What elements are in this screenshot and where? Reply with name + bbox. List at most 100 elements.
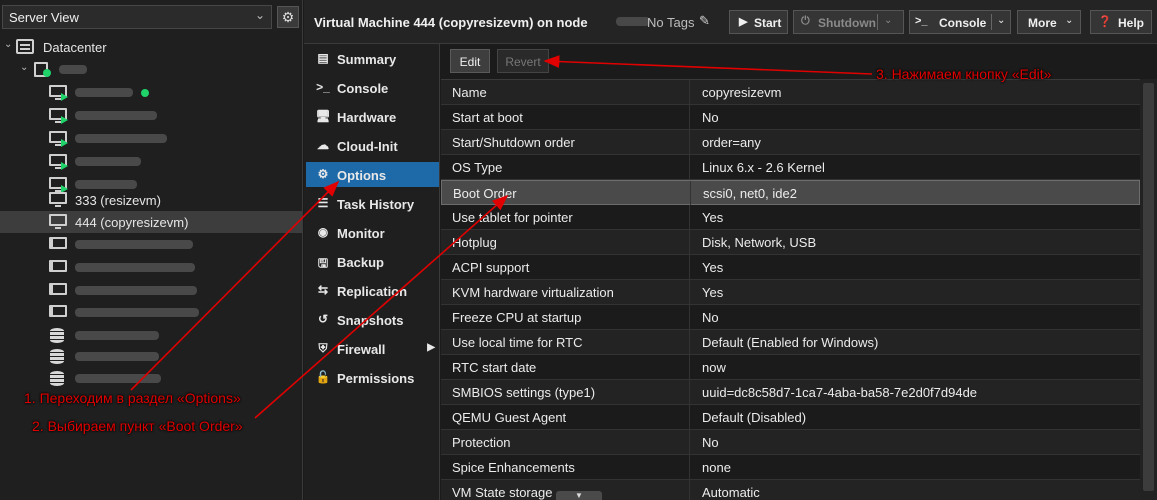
tree-item-vm[interactable]: [0, 105, 302, 127]
tree-item-vm-444[interactable]: 444 (copyresizevm): [0, 211, 302, 233]
tree-item-template[interactable]: [0, 234, 302, 256]
console-button-label: Console: [939, 16, 987, 30]
shutdown-button-label: Shutdown: [818, 16, 876, 30]
menu-item-snapshots[interactable]: ↺ Snapshots: [306, 307, 439, 332]
menu-item-replication[interactable]: ⇆ Replication: [306, 278, 439, 303]
menu-item-backup[interactable]: 🖫 Backup: [306, 249, 439, 274]
tree-item-label: 444 (copyresizevm): [75, 215, 189, 230]
floppy-icon: 🖫: [317, 256, 329, 270]
tree-item-vm-333[interactable]: 333 (resizevm): [0, 189, 302, 211]
menu-item-firewall[interactable]: ⛨ Firewall ▶: [306, 336, 439, 361]
help-button-label: Help: [1118, 16, 1145, 30]
option-value: No: [702, 435, 719, 450]
tree-item-template[interactable]: [0, 280, 302, 302]
more-button[interactable]: More ⌄: [1017, 10, 1081, 34]
tree-item-label: Datacenter: [43, 40, 107, 55]
start-button[interactable]: ▶ Start: [729, 10, 788, 34]
option-name: RTC start date: [452, 360, 537, 375]
option-row[interactable]: Start/Shutdown order order=any: [441, 130, 1140, 155]
redacted-vm-name: [75, 180, 137, 189]
tree-item-vm[interactable]: [0, 82, 302, 104]
menu-item-label: Hardware: [337, 110, 397, 125]
help-button[interactable]: ❓ Help: [1090, 10, 1152, 34]
menu-item-task-history[interactable]: ☰ Task History: [306, 191, 439, 216]
chevron-down-icon: ⌄: [254, 8, 265, 22]
console-button[interactable]: >_ Console ⌄: [909, 10, 1011, 34]
column-divider: [689, 380, 690, 404]
menu-item-console[interactable]: >_ Console: [306, 75, 439, 100]
menu-item-permissions[interactable]: 🔓 Permissions: [306, 365, 439, 390]
column-divider: [689, 405, 690, 429]
option-row[interactable]: Spice Enhancements none: [441, 455, 1140, 480]
option-name: Boot Order: [453, 186, 517, 201]
eye-icon: ◉: [317, 225, 329, 239]
menu-item-options[interactable]: ⚙ Options: [306, 162, 439, 187]
tree-item-template[interactable]: [0, 302, 302, 324]
option-row[interactable]: Hotplug Disk, Network, USB: [441, 230, 1140, 255]
chevron-down-icon: ⌄: [1065, 15, 1074, 26]
option-value: Yes: [702, 260, 724, 275]
vm-icon: [49, 214, 67, 229]
revert-button[interactable]: Revert: [497, 49, 549, 73]
vm-toolbar: Virtual Machine 444 (copyresizevm) on no…: [304, 0, 1157, 44]
option-value: No: [702, 110, 719, 125]
option-value: Linux 6.x - 2.6 Kernel: [702, 160, 825, 175]
menu-item-hardware[interactable]: 🖥 Hardware: [306, 104, 439, 129]
option-row[interactable]: Name copyresizevm: [441, 80, 1140, 105]
menu-item-summary[interactable]: ▤ Summary: [306, 46, 439, 71]
option-row[interactable]: Use local time for RTC Default (Enabled f…: [441, 330, 1140, 355]
view-selector[interactable]: Server View ⌄: [2, 5, 272, 29]
tree-item-template[interactable]: [0, 257, 302, 279]
collapse-icon[interactable]: ⌄: [4, 39, 12, 50]
option-row-selected[interactable]: Boot Order scsi0, net0, ide2: [441, 180, 1140, 205]
option-row[interactable]: QEMU Guest Agent Default (Disabled): [441, 405, 1140, 430]
option-row[interactable]: Protection No: [441, 430, 1140, 455]
chevron-down-icon[interactable]: ⌄: [884, 15, 892, 26]
option-row[interactable]: Start at boot No: [441, 105, 1140, 130]
edit-button[interactable]: Edit: [450, 49, 490, 73]
tree-item-vm[interactable]: [0, 151, 302, 173]
option-row[interactable]: Freeze CPU at startup No: [441, 305, 1140, 330]
chevron-down-icon[interactable]: ⌄: [997, 15, 1005, 26]
tree-item-storage[interactable]: [0, 368, 302, 390]
option-name: Use local time for RTC: [452, 335, 583, 350]
tree-item-vm[interactable]: [0, 128, 302, 150]
redacted-template-name: [75, 308, 199, 317]
option-row[interactable]: KVM hardware virtualization Yes: [441, 280, 1140, 305]
menu-item-cloud-init[interactable]: ☁ Cloud-Init: [306, 133, 439, 158]
collapse-icon[interactable]: ⌄: [20, 62, 28, 73]
history-icon: ↺: [317, 312, 329, 326]
option-row[interactable]: ACPI support Yes: [441, 255, 1140, 280]
tree-item-storage[interactable]: [0, 325, 302, 347]
scroll-down-handle[interactable]: ▼: [556, 491, 602, 500]
tree-item-datacenter[interactable]: ⌄ Datacenter: [0, 36, 302, 58]
option-name: Name: [452, 85, 487, 100]
shutdown-button[interactable]: ⏻ Shutdown ⌄: [793, 10, 904, 34]
tree-settings-button[interactable]: ⚙: [277, 6, 299, 28]
option-value: now: [702, 360, 726, 375]
menu-item-label: Cloud-Init: [337, 139, 398, 154]
redacted-vm-name: [75, 111, 157, 120]
option-row[interactable]: OS Type Linux 6.x - 2.6 Kernel: [441, 155, 1140, 180]
tree-item-node[interactable]: ⌄: [0, 59, 302, 81]
vm-icon: [49, 192, 67, 207]
grid-scrollbar[interactable]: [1140, 79, 1157, 500]
option-name: SMBIOS settings (type1): [452, 385, 596, 400]
option-value: Default (Disabled): [702, 410, 807, 425]
redacted-storage-name: [75, 352, 159, 361]
pencil-icon[interactable]: ✎: [699, 13, 710, 29]
redacted-node-name: [616, 17, 650, 26]
option-row[interactable]: Use tablet for pointer Yes: [441, 205, 1140, 230]
option-name: KVM hardware virtualization: [452, 285, 614, 300]
menu-item-label: Permissions: [337, 371, 415, 386]
menu-item-monitor[interactable]: ◉ Monitor: [306, 220, 439, 245]
expand-arrow-icon[interactable]: ▶: [427, 342, 435, 353]
view-selector-label: Server View: [9, 10, 79, 25]
option-row[interactable]: SMBIOS settings (type1) uuid=dc8c58d7-1ca…: [441, 380, 1140, 405]
column-divider: [689, 255, 690, 279]
tree-item-storage[interactable]: [0, 346, 302, 368]
column-divider: [689, 455, 690, 479]
option-row[interactable]: VM State storage Automatic: [441, 480, 1140, 500]
scrollbar-thumb[interactable]: [1143, 83, 1154, 491]
option-row[interactable]: RTC start date now: [441, 355, 1140, 380]
